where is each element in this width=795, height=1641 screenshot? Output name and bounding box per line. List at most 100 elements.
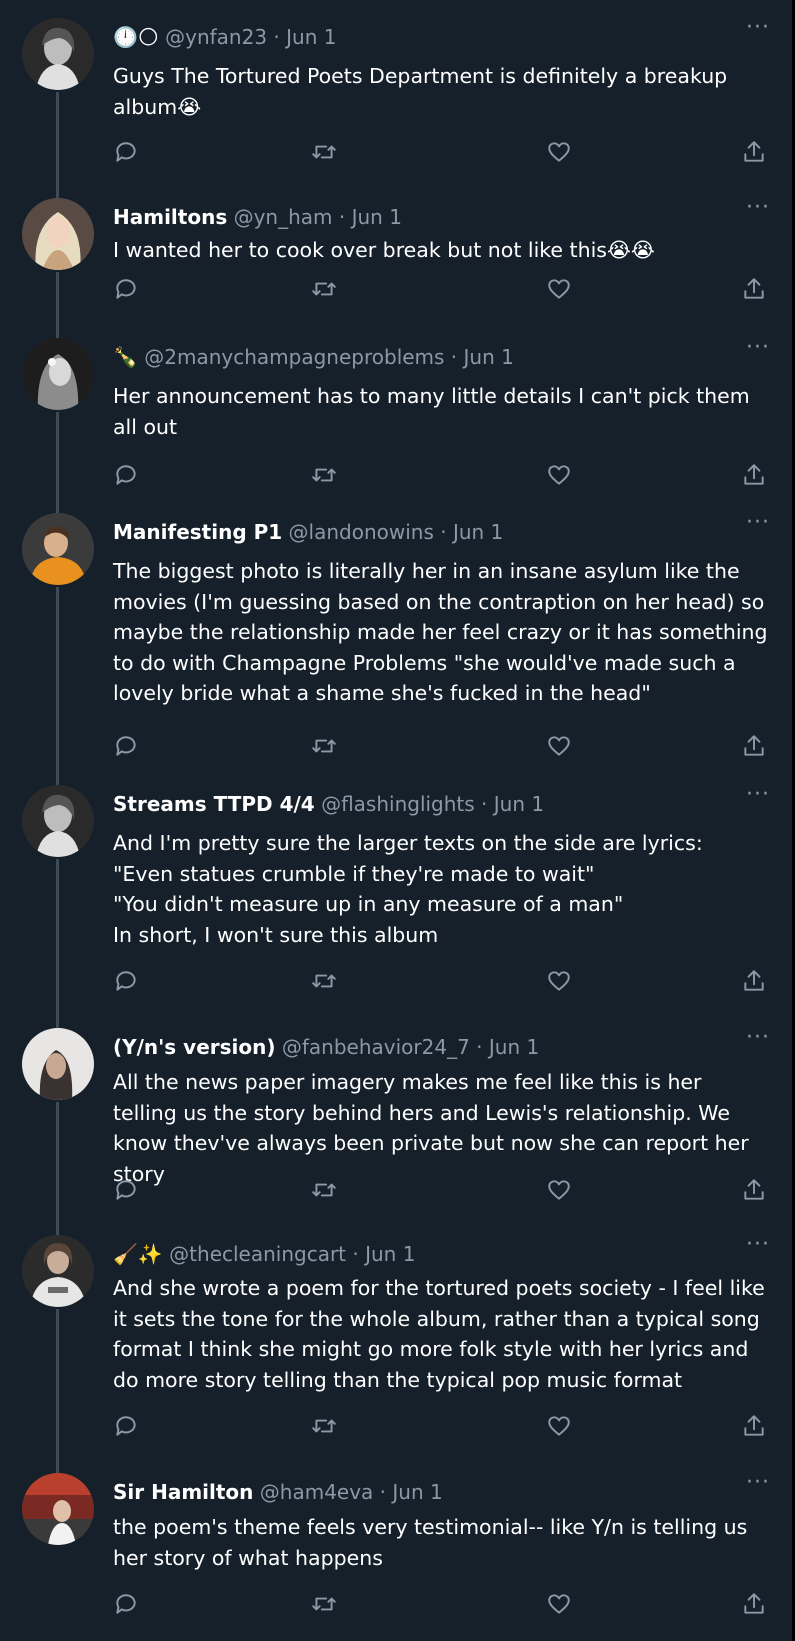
thread-line [56,272,59,320]
retweet-button[interactable] [311,276,341,306]
avatar[interactable] [22,1235,94,1307]
more-options-icon[interactable]: ··· [746,512,770,534]
retweet-icon [312,739,336,753]
share-icon [744,141,764,162]
reply-icon [116,279,136,299]
tweet[interactable]: Hamiltons @yn_ham · Jun 1 ··· I wanted h… [0,180,792,320]
timestamp[interactable]: Jun 1 [494,792,544,816]
separator: · [346,1242,366,1266]
like-button[interactable] [546,968,576,998]
tweet-header: 🕛🌕 @ynfan23 · Jun 1 [113,24,732,50]
handle[interactable]: @flashinglights [321,792,475,816]
like-button[interactable] [546,1177,576,1207]
tweet[interactable]: 🧹✨ @thecleaningcart · Jun 1 ··· And she … [0,1217,792,1455]
like-button[interactable] [546,462,576,492]
thread-line [56,412,59,495]
share-button[interactable] [741,1177,771,1207]
reply-icon [116,1594,136,1614]
retweet-button[interactable] [311,462,341,492]
timestamp[interactable]: Jun 1 [286,25,336,49]
like-button[interactable] [546,139,576,169]
retweet-button[interactable] [311,1413,341,1443]
more-options-icon[interactable]: ··· [746,1472,770,1494]
tweet-header: 🧹✨ @thecleaningcart · Jun 1 [113,1241,732,1267]
handle[interactable]: @2manychampagneproblems [144,345,444,369]
heart-icon [548,465,570,485]
handle[interactable]: @thecleaningcart [169,1242,346,1266]
display-name[interactable]: Manifesting P1 [113,520,282,544]
reply-button[interactable] [113,462,143,492]
like-button[interactable] [546,1413,576,1443]
reply-button[interactable] [113,1177,143,1207]
timestamp[interactable]: Jun 1 [352,205,402,229]
share-button[interactable] [741,276,771,306]
like-button[interactable] [546,733,576,763]
tweet[interactable]: Sir Hamilton @ham4eva · Jun 1 ··· the po… [0,1455,792,1641]
heart-icon [548,1594,570,1614]
avatar[interactable] [22,198,94,270]
share-button[interactable] [741,733,771,763]
timestamp[interactable]: Jun 1 [453,520,503,544]
retweet-button[interactable] [311,1177,341,1207]
more-options-icon[interactable]: ··· [746,337,770,359]
reply-button[interactable] [113,1413,143,1443]
avatar[interactable] [22,1028,94,1100]
share-button[interactable] [741,139,771,169]
avatar-bw-woman-icon [22,18,94,90]
reply-button[interactable] [113,968,143,998]
retweet-icon [312,145,336,159]
display-name[interactable]: Hamiltons [113,205,227,229]
action-bar [113,1413,773,1443]
display-name[interactable]: Sir Hamilton [113,1480,253,1504]
timestamp[interactable]: Jun 1 [365,1242,415,1266]
more-options-icon[interactable]: ··· [746,1234,770,1256]
tweet[interactable]: 🕛🌕 @ynfan23 · Jun 1 ··· Guys The Torture… [0,0,792,180]
avatar[interactable] [22,1473,94,1545]
tweet[interactable]: Streams TTPD 4/4 @flashinglights · Jun 1… [0,767,792,1010]
avatar[interactable] [22,785,94,857]
share-button[interactable] [741,1591,771,1621]
avatar[interactable] [22,513,94,585]
avatar-orange-jacket-icon [22,513,94,585]
tweet-text: I wanted her to cook over break but not … [113,238,655,262]
like-button[interactable] [546,1591,576,1621]
timestamp[interactable]: Jun 1 [489,1035,539,1059]
more-options-icon[interactable]: ··· [746,197,770,219]
action-bar [113,733,773,763]
share-button[interactable] [741,968,771,998]
like-button[interactable] [546,276,576,306]
handle[interactable]: @ham4eva [260,1480,374,1504]
share-button[interactable] [741,462,771,492]
handle[interactable]: @yn_ham [234,205,333,229]
handle[interactable]: @fanbehavior24_7 [282,1035,470,1059]
reply-button[interactable] [113,139,143,169]
timestamp[interactable]: Jun 1 [464,345,514,369]
retweet-button[interactable] [311,139,341,169]
separator: · [469,1035,489,1059]
more-options-icon[interactable]: ··· [746,17,770,39]
tweet[interactable]: Manifesting P1 @landonowins · Jun 1 ··· … [0,495,792,767]
more-options-icon[interactable]: ··· [746,784,770,806]
avatar[interactable] [22,18,94,90]
handle[interactable]: @ynfan23 [165,25,267,49]
retweet-button[interactable] [311,1591,341,1621]
more-options-icon[interactable]: ··· [746,1027,770,1049]
handle[interactable]: @landonowins [289,520,434,544]
tweet[interactable]: (Y/n's version) @fanbehavior24_7 · Jun 1… [0,1010,792,1217]
thread-line [56,587,59,767]
display-name[interactable]: (Y/n's version) [113,1035,276,1059]
share-icon [744,970,764,991]
reply-button[interactable] [113,276,143,306]
retweet-button[interactable] [311,968,341,998]
reply-button[interactable] [113,733,143,763]
tweet[interactable]: 🍾 @2manychampagneproblems · Jun 1 ··· He… [0,320,792,495]
retweet-button[interactable] [311,733,341,763]
reply-button[interactable] [113,1591,143,1621]
timestamp[interactable]: Jun 1 [392,1480,442,1504]
thread-line [56,1455,59,1473]
share-button[interactable] [741,1413,771,1443]
display-name[interactable]: Streams TTPD 4/4 [113,792,315,816]
reply-icon [116,1416,136,1436]
avatar[interactable] [22,338,94,410]
retweet-icon [312,282,336,296]
